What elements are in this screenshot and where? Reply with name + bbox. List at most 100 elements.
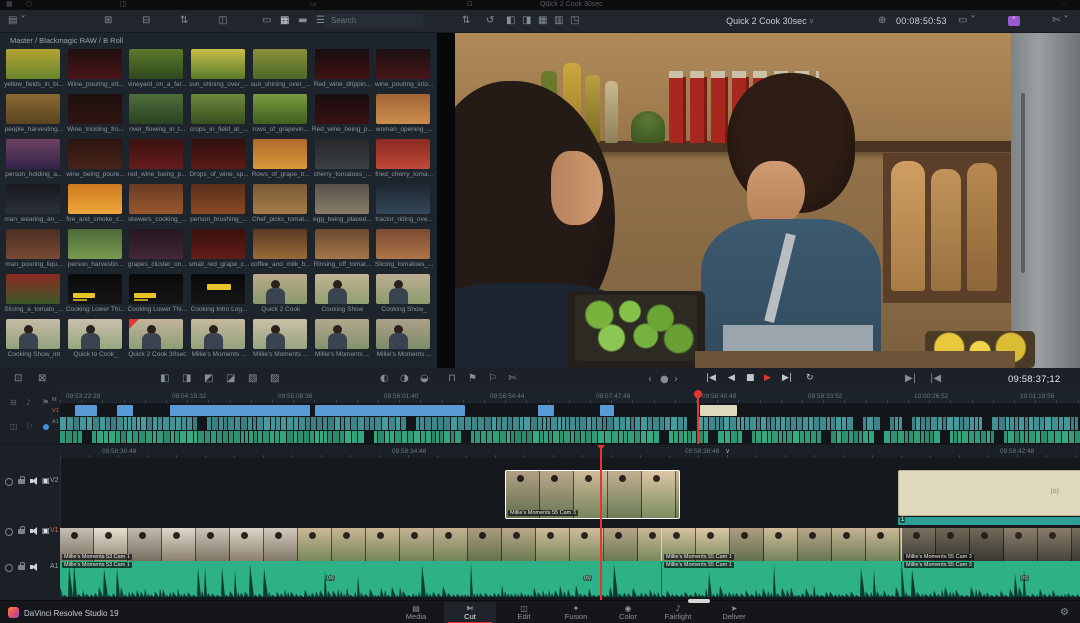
- page-tab-color[interactable]: ◉Color: [602, 602, 654, 623]
- lower-playhead[interactable]: [600, 445, 602, 600]
- page-tab-cut[interactable]: ✄Cut: [444, 602, 496, 623]
- jog-left-icon[interactable]: ‹: [648, 375, 652, 385]
- media-clip[interactable]: coffee_and_milk_b...: [250, 227, 312, 272]
- upper-header-tool-icon[interactable]: ⚑: [42, 399, 49, 407]
- media-clip[interactable]: woman_opening_...: [373, 92, 435, 137]
- import-folder-icon[interactable]: ⊟: [142, 16, 150, 26]
- overview-video-segment[interactable]: [75, 405, 97, 416]
- media-clip[interactable]: Red_wine_drippin...: [312, 47, 374, 92]
- smooth-cut-icon[interactable]: ◒: [420, 374, 429, 384]
- timeline-clip-v2[interactable]: Millie's Moments 55 Cam 3: [505, 470, 680, 519]
- media-clip[interactable]: sun_shining_over_...: [250, 47, 312, 92]
- media-clip[interactable]: man_wearing_an_...: [3, 182, 65, 227]
- upper-header-tool-icon[interactable]: ♪: [26, 399, 31, 407]
- media-clip[interactable]: river_flowing_in_t...: [126, 92, 188, 137]
- snap-icon[interactable]: ⊓: [448, 374, 456, 384]
- track-enable-icon[interactable]: [5, 528, 13, 536]
- track-mute-icon[interactable]: [30, 527, 39, 535]
- multicam-view-icon[interactable]: ▦: [538, 16, 547, 26]
- lower-playhead-cap[interactable]: [597, 445, 605, 450]
- audio-dot-icon[interactable]: [43, 424, 49, 430]
- marker-icon[interactable]: ⚑: [468, 374, 477, 384]
- gear-icon[interactable]: ⚙: [1060, 608, 1069, 618]
- media-pool-toggle-icon[interactable]: ▤ ˅: [8, 16, 26, 26]
- list-view-icon[interactable]: ☰: [316, 16, 325, 26]
- audio-marker[interactable]: (o): [583, 575, 592, 581]
- track-enable-icon[interactable]: [5, 564, 13, 572]
- media-clip[interactable]: sun_shining_over_...: [188, 47, 250, 92]
- monitor-overlay-icon[interactable]: ▭ ˅: [958, 16, 976, 26]
- media-clip[interactable]: small_red_grape_c...: [188, 227, 250, 272]
- media-clip[interactable]: wine_pouring_into...: [373, 47, 435, 92]
- step-back-icon[interactable]: ◀: [728, 374, 735, 383]
- loop-icon[interactable]: ↻: [806, 374, 814, 383]
- track-mute-icon[interactable]: [30, 563, 39, 571]
- title-audio-strip[interactable]: [898, 517, 1080, 525]
- step-forward-icon[interactable]: ▶|: [782, 374, 792, 383]
- sync-bin-icon[interactable]: ↺: [486, 16, 494, 26]
- overview-title-segment[interactable]: [700, 405, 737, 416]
- track-mute-icon[interactable]: [30, 477, 39, 485]
- media-clip[interactable]: Cooking Show_: [373, 272, 435, 317]
- upper-header-tool-icon[interactable]: ◫: [10, 423, 18, 431]
- media-clip[interactable]: skewers_cooking_...: [126, 182, 188, 227]
- upper-header-tool-icon[interactable]: ⚐: [26, 423, 33, 431]
- media-clip[interactable]: Millie's Moments ...: [188, 317, 250, 362]
- media-clip[interactable]: person_brushing_...: [188, 182, 250, 227]
- sync-clips-icon[interactable]: ⇅: [180, 16, 188, 26]
- media-clip[interactable]: Rinsing_off_tomat...: [312, 227, 374, 272]
- stop-icon[interactable]: ■: [746, 374, 755, 383]
- media-clip[interactable]: Wine_trickling_fro...: [65, 92, 127, 137]
- media-clip[interactable]: Cooking Show: [312, 272, 374, 317]
- page-tab-media[interactable]: ▤Media: [390, 602, 442, 623]
- play-icon[interactable]: ▶: [764, 374, 771, 383]
- track-lock-icon[interactable]: [18, 565, 25, 570]
- media-clip[interactable]: yellow_fields_in_bl...: [3, 47, 65, 92]
- media-clip[interactable]: Quick 2 Cook: [250, 272, 312, 317]
- media-clip[interactable]: wine_being_poure...: [65, 137, 127, 182]
- detail-zoom-icon[interactable]: ⊠: [38, 374, 46, 384]
- media-clip[interactable]: Millie's Moments ...: [312, 317, 374, 362]
- go-to-start-icon[interactable]: |◀: [706, 374, 716, 383]
- ripple-overwrite-icon[interactable]: ◩: [204, 374, 213, 384]
- media-clip[interactable]: vineyard_on_a_far...: [126, 47, 188, 92]
- titlebar-icon[interactable]: ◫: [120, 1, 127, 8]
- media-clip[interactable]: Cooking Show_int: [3, 317, 65, 362]
- link-clips-icon[interactable]: ◫: [218, 16, 227, 26]
- media-clip[interactable]: Quick 2 Cook 30sec: [126, 317, 188, 362]
- media-clip[interactable]: Rows_of_grape_tr...: [250, 137, 312, 182]
- import-media-icon[interactable]: ⊞: [104, 16, 112, 26]
- media-clip[interactable]: Chef_picks_tomat...: [250, 182, 312, 227]
- flag-icon[interactable]: ⚐: [488, 374, 497, 384]
- viewer-mode-icon[interactable]: ˅: [1008, 16, 1020, 26]
- match-frame-in-icon[interactable]: |◀: [930, 374, 941, 384]
- track-film-icon[interactable]: ▣: [42, 477, 50, 485]
- media-clip[interactable]: fire_and_smoke_c...: [65, 182, 127, 227]
- media-clip[interactable]: people_harvesting...: [3, 92, 65, 137]
- cut-transition-icon[interactable]: ◐: [380, 374, 389, 384]
- track-lock-icon[interactable]: [18, 529, 25, 534]
- jog-dot-icon[interactable]: ●: [660, 375, 669, 385]
- capture-icon[interactable]: ◳: [570, 16, 579, 26]
- dissolve-icon[interactable]: ◑: [400, 374, 409, 384]
- overview-video-segment[interactable]: [315, 405, 465, 416]
- split-screen-icon[interactable]: ✄ ˅: [1052, 16, 1069, 26]
- media-clip[interactable]: Slicing_tomatoes_...: [373, 227, 435, 272]
- jog-right-icon[interactable]: ›: [674, 375, 678, 385]
- timeline-clip-v1-audio[interactable]: Millie's Moments 55 Cam 1: [662, 561, 902, 597]
- track-lock-icon[interactable]: [18, 479, 25, 484]
- overview-video-segment[interactable]: [170, 405, 310, 416]
- media-clip[interactable]: Cooking Intro Log...: [188, 272, 250, 317]
- media-clip[interactable]: person_holding_a...: [3, 137, 65, 182]
- strip-view2-icon[interactable]: ▥: [554, 16, 563, 26]
- media-clip[interactable]: red_wine_being_p...: [126, 137, 188, 182]
- track-enable-icon[interactable]: [5, 478, 13, 486]
- titlebar-icon[interactable]: ◦: [1062, 1, 1066, 8]
- titlebar-icon[interactable]: ⬡: [26, 1, 32, 8]
- titlebar-icon[interactable]: ▭: [310, 1, 317, 8]
- camera-view-icon[interactable]: ◨: [522, 16, 531, 26]
- media-clip[interactable]: fried_cherry_toma...: [373, 137, 435, 182]
- media-clip[interactable]: tractor_riding_ove...: [373, 182, 435, 227]
- audio-marker[interactable]: (o): [1020, 575, 1029, 581]
- media-clip[interactable]: Millie's Moments ...: [373, 317, 435, 362]
